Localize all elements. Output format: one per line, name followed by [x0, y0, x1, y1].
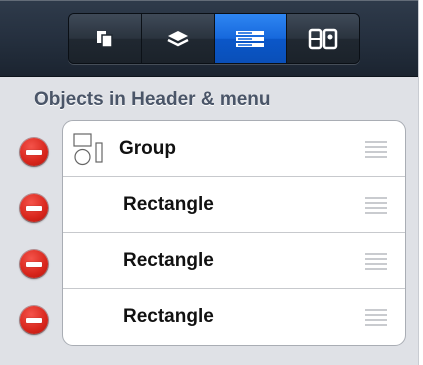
objects-panel: Objects in Header & menu Group Rectangle… — [0, 0, 419, 365]
list-item[interactable]: Rectangle — [63, 233, 405, 289]
layers-icon — [167, 30, 189, 46]
tab-widgets[interactable] — [287, 14, 359, 63]
list-item-group[interactable]: Group — [63, 121, 405, 177]
list-item-label: Rectangle — [123, 306, 214, 327]
section-title: Objects in Header & menu — [34, 89, 271, 110]
reorder-handle-icon[interactable] — [365, 253, 387, 270]
tab-objects[interactable] — [214, 14, 288, 63]
reorder-handle-icon[interactable] — [365, 141, 387, 158]
delete-button[interactable] — [20, 194, 48, 222]
delete-button[interactable] — [20, 250, 48, 278]
tab-layers[interactable] — [141, 14, 215, 63]
list-item[interactable]: Rectangle — [63, 289, 405, 345]
widgets-icon — [308, 28, 338, 49]
view-switcher — [68, 13, 360, 64]
pages-icon — [96, 30, 113, 48]
list-item-label: Group — [119, 138, 176, 159]
reorder-handle-icon[interactable] — [365, 197, 387, 214]
list-item-label: Rectangle — [123, 250, 214, 271]
tab-pages[interactable] — [69, 14, 142, 63]
group-shapes-icon — [73, 133, 103, 166]
toolbar — [0, 0, 418, 77]
objects-list-icon — [236, 30, 265, 47]
objects-list: Group Rectangle Rectangle Rectangle — [62, 120, 406, 346]
list-item[interactable]: Rectangle — [63, 177, 405, 233]
window: Objects in Header & menu Group Rectangle… — [0, 0, 423, 365]
reorder-handle-icon[interactable] — [365, 309, 387, 326]
delete-button[interactable] — [20, 306, 48, 334]
delete-button[interactable] — [20, 138, 48, 166]
list-item-label: Rectangle — [123, 194, 214, 215]
